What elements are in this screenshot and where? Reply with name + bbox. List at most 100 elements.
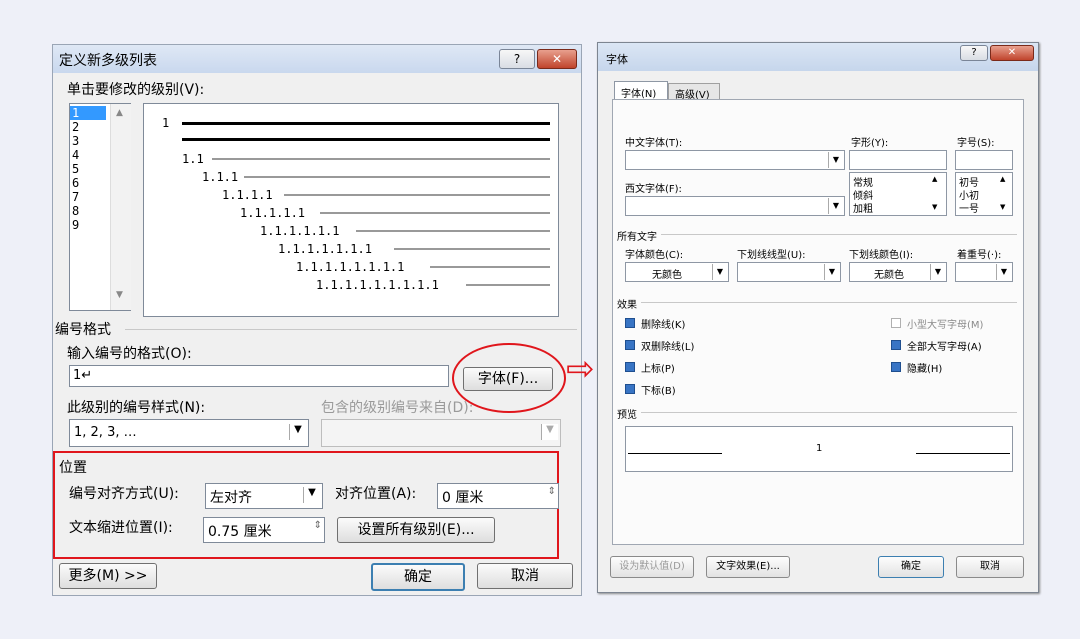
level-item[interactable]: 1 [72,106,79,120]
help-button[interactable]: ? [499,49,535,69]
level-item[interactable]: 5 [72,162,79,176]
align-select[interactable]: 左对齐 ▼ [205,483,323,509]
preview-level-1: 1 [162,116,170,130]
cn-font-label: 中文字体(T): [625,138,683,149]
text-effects-button[interactable]: 文字效果(E)... [706,556,790,578]
chevron-down-icon[interactable]: ▼ [828,152,843,168]
preview-level-3: 1.1.1 [202,170,239,184]
font-dialog: 字体 ? ✕ 字体(N) 高级(V) 中文字体(T): 字形(Y): 字号(S)… [597,42,1039,593]
underline-color-label: 下划线颜色(I): [849,250,914,261]
scroll-up-icon[interactable]: ▲ [116,108,123,118]
hidden-checkbox[interactable] [891,362,901,372]
font-size-list[interactable]: 初号 小初 一号 ▲ ▼ [955,172,1013,216]
preview-level-4: 1.1.1.1 [222,188,273,202]
set-default-button[interactable]: 设为默认值(D) [610,556,694,578]
title-bar: 字体 ? ✕ [598,43,1038,71]
number-style-select[interactable]: 1, 2, 3, … ▼ [69,419,309,447]
scroll-up-icon[interactable]: ▲ [932,175,937,183]
list-item[interactable]: 加粗 [853,200,873,215]
align-at-spinner[interactable]: 0 厘米 ⇕ [437,483,559,509]
level-item[interactable]: 2 [72,120,79,134]
underline-color-select[interactable]: 无颜色 ▼ [849,262,947,282]
level-item[interactable]: 7 [72,190,79,204]
emphasis-select[interactable]: ▼ [955,262,1013,282]
west-font-select[interactable]: ▼ [625,196,845,216]
list-preview: 1 1.1 1.1.1 1.1.1.1 1.1.1.1.1 1.1.1.1.1.… [143,103,559,317]
font-size-input[interactable] [955,150,1013,170]
set-all-levels-button[interactable]: 设置所有级别(E)... [337,517,495,543]
level-label: 单击要修改的级别(V): [67,82,205,98]
number-format-value: 1↵ [73,368,93,383]
indent-spinner[interactable]: 0.75 厘米 ⇕ [203,517,325,543]
ok-button[interactable]: 确定 [371,563,465,591]
superscript-checkbox[interactable] [625,362,635,372]
cn-font-select[interactable]: ▼ [625,150,845,170]
font-style-input[interactable] [849,150,947,170]
define-multilevel-list-dialog: 定义新多级列表 ? ✕ 单击要修改的级别(V): 1 2 3 4 5 6 7 8… [52,44,582,596]
level-item[interactable]: 3 [72,134,79,148]
chevron-down-icon[interactable]: ▼ [930,264,945,280]
arrow-right-icon: ⇨ [566,349,595,389]
number-style-value: 1, 2, 3, … [74,425,137,440]
scroll-down-icon[interactable]: ▼ [1000,203,1005,211]
level-item[interactable]: 6 [72,176,79,190]
preview-text: 1 [816,443,823,454]
level-item[interactable]: 4 [72,148,79,162]
scroll-up-icon[interactable]: ▲ [1000,175,1005,183]
chevron-down-icon[interactable]: ▼ [303,487,320,503]
font-tab-panel: 中文字体(T): 字形(Y): 字号(S): ▼ 西文字体(F): ▼ 常规 倾… [612,99,1024,545]
spinner-icon[interactable]: ⇕ [548,486,556,497]
double-strikethrough-checkbox[interactable] [625,340,635,350]
chevron-down-icon[interactable]: ▼ [541,424,558,440]
font-style-list[interactable]: 常规 倾斜 加粗 ▲ ▼ [849,172,947,216]
more-button[interactable]: 更多(M) >> [59,563,157,589]
underline-type-select[interactable]: ▼ [737,262,841,282]
preview-level-7: 1.1.1.1.1.1.1 [278,242,372,256]
font-color-select[interactable]: 无颜色 ▼ [625,262,729,282]
align-label: 编号对齐方式(U): [69,486,179,502]
align-value: 左对齐 [210,490,252,506]
close-button[interactable]: ✕ [537,49,577,69]
chevron-down-icon[interactable]: ▼ [712,264,727,280]
scroll-down-icon[interactable]: ▼ [116,290,123,300]
level-item[interactable]: 8 [72,204,79,218]
level-list-scrollbar[interactable]: ▲ ▼ [110,104,131,310]
cancel-button[interactable]: 取消 [956,556,1024,578]
preview-level-8: 1.1.1.1.1.1.1.1 [296,260,405,274]
close-button[interactable]: ✕ [990,45,1034,61]
preview-level-5: 1.1.1.1.1 [240,206,306,220]
preview-group-label: 预览 [617,410,637,421]
chevron-down-icon[interactable]: ▼ [828,198,843,214]
all-text-group-label: 所有文字 [617,232,657,243]
cancel-button[interactable]: 取消 [477,563,573,589]
list-item[interactable]: 一号 [959,200,979,215]
preview-level-6: 1.1.1.1.1.1 [260,224,340,238]
level-list[interactable]: 1 2 3 4 5 6 7 8 9 ▲ ▼ [69,103,131,311]
ok-button[interactable]: 确定 [878,556,944,578]
chevron-down-icon[interactable]: ▼ [824,264,839,280]
subscript-checkbox[interactable] [625,384,635,394]
subscript-label: 下标(B) [641,386,676,397]
small-caps-checkbox[interactable] [891,318,901,328]
level-item[interactable]: 9 [72,218,79,232]
tab-advanced[interactable]: 高级(V) [668,83,720,101]
strikethrough-label: 删除线(K) [641,320,686,331]
help-button[interactable]: ? [960,45,988,61]
style-label: 此级别的编号样式(N): [67,400,206,416]
chevron-down-icon[interactable]: ▼ [996,264,1011,280]
number-format-input[interactable]: 1↵ [69,365,449,387]
include-level-select[interactable]: ▼ [321,419,561,447]
scroll-down-icon[interactable]: ▼ [932,203,937,211]
align-at-value: 0 厘米 [442,490,484,506]
all-caps-checkbox[interactable] [891,340,901,350]
strikethrough-checkbox[interactable] [625,318,635,328]
font-preview: 1 [625,426,1013,472]
tab-font[interactable]: 字体(N) [614,81,668,100]
underline-type-label: 下划线线型(U): [737,250,806,261]
font-color-label: 字体颜色(C): [625,250,684,261]
chevron-down-icon[interactable]: ▼ [289,424,306,440]
spinner-icon[interactable]: ⇕ [314,520,322,531]
preview-level-2: 1.1 [182,152,204,166]
double-strikethrough-label: 双删除线(L) [641,342,695,353]
number-format-group-label: 编号格式 [55,322,111,338]
